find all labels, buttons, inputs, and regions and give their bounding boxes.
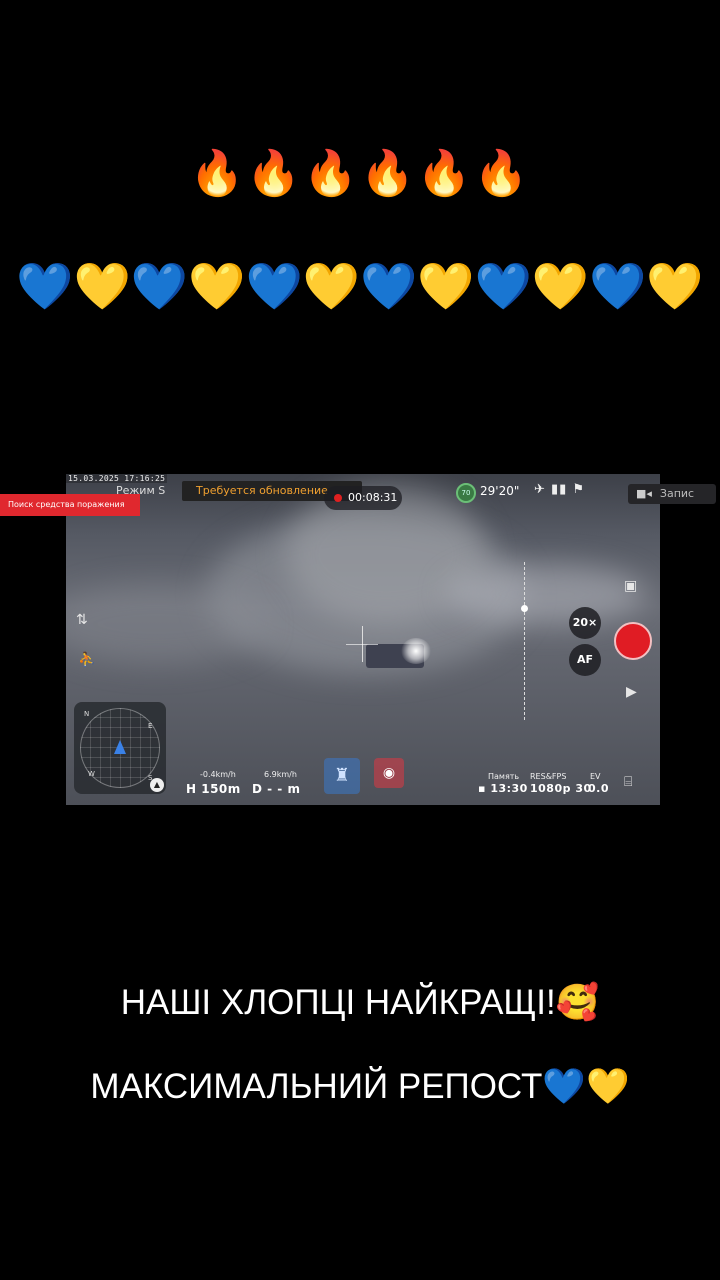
- gimbal-icon[interactable]: ⇅: [76, 612, 88, 628]
- photo-mode-icon[interactable]: ▣: [624, 578, 637, 594]
- record-tag-label: Запис: [659, 487, 695, 500]
- hearts-emoji-row: 💙💛💙💛💙💛💙💛💙💛💙💛: [16, 259, 704, 313]
- drone-video-frame: 15.03.2025 17:16:25 Режим S Требуется об…: [66, 474, 660, 805]
- memory-value: ▪ 13:30: [478, 782, 528, 795]
- minimap-north: N: [84, 710, 90, 718]
- record-button[interactable]: [614, 622, 652, 660]
- memory-time: 13:30: [490, 782, 528, 795]
- minimap-east: E: [148, 722, 153, 730]
- horizontal-speed: 6.9km/h: [264, 770, 297, 779]
- vertical-speed: -0.4km/h: [200, 770, 236, 779]
- tower-icon[interactable]: ♜: [324, 758, 360, 794]
- memory-label: Память: [488, 772, 520, 781]
- minimap-west: W: [88, 770, 95, 778]
- flight-time: 29'20": [480, 484, 520, 498]
- target-lock-icon[interactable]: ◉: [374, 758, 404, 788]
- ev-value: 0.0: [588, 782, 609, 795]
- explosion-flash: [401, 638, 431, 664]
- playback-icon[interactable]: ▶: [626, 684, 637, 700]
- battery-indicator: 70: [456, 483, 476, 503]
- caption-line-1: НАШІ ХЛОПЦІ НАЙКРАЩІ!🥰: [120, 983, 600, 1022]
- recording-timer: 00:08:31: [324, 486, 402, 510]
- autofocus-button[interactable]: AF: [569, 644, 601, 676]
- memory-card-icon: ▪: [478, 782, 486, 795]
- altitude-marker: [521, 605, 528, 612]
- compass-icon[interactable]: ▲: [150, 778, 164, 792]
- hud-timestamp: 15.03.2025 17:16:25: [66, 474, 168, 483]
- ev-label: EV: [590, 772, 601, 781]
- person-icon[interactable]: ⛹: [78, 652, 95, 668]
- search-weapon-tag[interactable]: Поиск средства поражения: [0, 494, 140, 516]
- distance-readout: D - - m: [252, 782, 301, 796]
- camera-settings-icon[interactable]: ⌸: [624, 774, 632, 790]
- resfps-label: RES&FPS: [530, 772, 567, 781]
- minimap[interactable]: E S W N ▲: [74, 702, 166, 794]
- video-camera-icon: ■◂: [636, 487, 652, 500]
- recording-dot-icon: [334, 494, 342, 502]
- altitude-scale: [524, 562, 526, 720]
- recording-time: 00:08:31: [348, 491, 398, 504]
- signal-status-icons: ✈︎ ▮▮ ⚑: [534, 482, 586, 497]
- caption-line-2: МАКСИМАЛЬНИЙ РЕПОСТ💙💛: [90, 1067, 630, 1106]
- resfps-value: 1080p 30: [530, 782, 592, 795]
- crosshair-horizontal: [346, 644, 378, 645]
- height-readout: H 150m: [186, 782, 241, 796]
- record-tag[interactable]: ■◂ Запис: [628, 484, 716, 504]
- zoom-button[interactable]: 20×: [569, 607, 601, 639]
- fire-emoji-row: 🔥🔥🔥🔥🔥🔥: [189, 148, 531, 199]
- drone-heading-icon: [114, 740, 126, 754]
